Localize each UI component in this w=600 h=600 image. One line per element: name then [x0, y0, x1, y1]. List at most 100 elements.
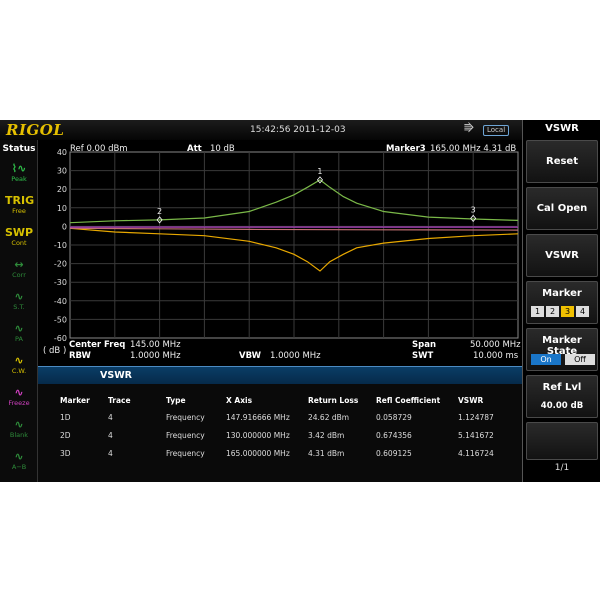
table-row: 3D 4 Frequency 165.000000 MHz 4.31 dBm 0.6091…	[38, 444, 518, 462]
table-cell: 0.058729	[376, 412, 412, 422]
vswr-button[interactable]: VSWR	[526, 234, 598, 277]
plot-panel: 40 30 20 10 0 -10 -20 -30 -40 -50 -60 1 2 3 Ref 0.00 …	[38, 140, 522, 482]
table-cell: 4	[108, 448, 113, 458]
table-cell: 147.916666 MHz	[226, 412, 290, 422]
table-row: 1D 4 Frequency 147.916666 MHz 24.62 dBm 0.058…	[38, 408, 518, 426]
marker-state-on[interactable]: On	[531, 354, 561, 365]
table-cell: 1.124787	[458, 412, 494, 422]
cal-open-label: Cal Open	[536, 203, 588, 214]
status-column: Status ⌇∿ Peak TRIG Free SWP Cont ↔ Corr ∿ S.T. ∿ P…	[0, 140, 38, 482]
cal-open-button[interactable]: Cal Open	[526, 187, 598, 230]
y-tick-label: -60	[54, 334, 67, 343]
usb-icon: ⭆	[464, 122, 474, 135]
marker-3-label: 3	[471, 205, 476, 214]
table-cell: Frequency	[166, 448, 205, 458]
table-cell: 4	[108, 430, 113, 440]
y-tick-label: 0	[62, 222, 67, 231]
menu-title: VSWR	[545, 123, 579, 134]
marker-2-label: 2	[157, 207, 162, 216]
ref-lvl-value: 40.00 dB	[540, 401, 584, 411]
table-cell: 0.609125	[376, 448, 412, 458]
column-header: Marker	[60, 395, 90, 405]
status-label: C.W.	[11, 367, 27, 375]
status-peak-icon: ⌇∿ Peak	[5, 162, 33, 192]
status-label: A−B	[11, 463, 27, 471]
column-header: Trace	[108, 395, 131, 405]
status-label: Corr	[12, 271, 26, 279]
status-label: Cont	[11, 239, 27, 247]
y-tick-label: -40	[54, 297, 67, 306]
status-st-icon: ∿ S.T.	[5, 290, 33, 320]
y-tick-label: -10	[54, 241, 67, 250]
table-cell: 5.141672	[458, 430, 494, 440]
vbw-label: VBW	[239, 351, 261, 361]
status-label: PA	[15, 335, 23, 343]
rbw-value: 1.0000 MHz	[130, 351, 181, 361]
vswr-title-bar: VSWR	[38, 366, 522, 384]
status-ab-icon: ∿ A−B	[5, 450, 33, 480]
span-value: 50.000 MHz	[470, 340, 521, 350]
reset-label: Reset	[546, 156, 578, 167]
status-glyph: ∿	[14, 290, 24, 303]
marker-number-1[interactable]: 1	[531, 306, 544, 317]
status-free-icon: TRIG Free	[5, 194, 35, 224]
att-label: Att	[187, 144, 202, 154]
rbw-label: RBW	[69, 351, 91, 361]
table-cell: 4.116724	[458, 448, 494, 458]
top-bar: RIGOL 15:42:56 2011-12-03 ⭆ Local	[0, 120, 522, 140]
column-header: VSWR	[458, 395, 484, 405]
table-cell: 24.62 dBm	[308, 412, 350, 422]
marker-readout: 165.00 MHz 4.31 dB	[430, 144, 517, 154]
column-header: Refl Coefficient	[376, 395, 441, 405]
status-label: Blank	[9, 431, 29, 439]
y-tick-label: 20	[57, 185, 67, 194]
column-header: Type	[166, 395, 186, 405]
status-glyph: TRIG	[5, 194, 35, 207]
spectrum-graph: 40 30 20 10 0 -10 -20 -30 -40 -50 -60 1 2 3	[54, 148, 519, 343]
status-label: S.T.	[13, 303, 25, 311]
status-glyph: ∿	[14, 322, 24, 335]
status-blank-icon: ∿ Blank	[5, 418, 33, 448]
marker-label: Marker3	[386, 144, 426, 154]
softkey-menu: VSWR Reset Cal Open VSWR Marker 1234 Mar…	[522, 120, 600, 482]
marker-button[interactable]: Marker 1234	[526, 281, 598, 324]
y-tick-label: 30	[57, 167, 67, 176]
column-header: X Axis	[226, 395, 253, 405]
status-cont-icon: SWP Cont	[5, 226, 33, 256]
column-header: Return Loss	[308, 395, 359, 405]
status-glyph: SWP	[5, 226, 34, 239]
ref-level: Ref 0.00 dBm	[70, 144, 128, 154]
vswr-title: VSWR	[100, 370, 132, 381]
vswr-label: VSWR	[545, 250, 579, 261]
table-cell: 1D	[60, 412, 71, 422]
status-corr-icon: ↔ Corr	[5, 258, 33, 288]
marker-state-button[interactable]: Marker State On Off	[526, 328, 598, 371]
status-freeze-icon: ∿ Freeze	[5, 386, 33, 416]
marker-1-label: 1	[317, 167, 322, 176]
marker-number-2[interactable]: 2	[546, 306, 559, 317]
status-cw-icon: ∿ C.W.	[5, 354, 33, 384]
table-cell: 4	[108, 412, 113, 422]
status-title: Status	[2, 144, 36, 154]
table-cell: 3.42 dBm	[308, 430, 345, 440]
table-cell: Frequency	[166, 412, 205, 422]
y-tick-label: 10	[57, 204, 67, 213]
table-cell: 0.674356	[376, 430, 412, 440]
marker-number-row: 1234	[531, 306, 591, 317]
vswr-table: Marker Trace Type X Axis Return Loss Refl Coe…	[38, 392, 518, 462]
table-cell: 130.000000 MHz	[226, 430, 290, 440]
vswr-panel: VSWR Marker Trace Type X Axis Return Loss Ref…	[38, 366, 522, 482]
blank-softkey[interactable]	[526, 422, 598, 460]
marker-number-3[interactable]: 3	[561, 306, 574, 317]
marker-state-off[interactable]: Off	[565, 354, 595, 365]
rigol-logo: RIGOL	[6, 121, 65, 139]
center-freq-label: Center Freq	[69, 340, 126, 350]
marker-number-4[interactable]: 4	[576, 306, 589, 317]
swt-value: 10.000 ms	[473, 351, 519, 361]
ref-lvl-button[interactable]: Ref Lvl 40.00 dB	[526, 375, 598, 418]
reset-button[interactable]: Reset	[526, 140, 598, 183]
table-cell: 3D	[60, 448, 71, 458]
status-glyph: ↔	[14, 258, 24, 271]
table-row: 2D 4 Frequency 130.000000 MHz 3.42 dBm 0.6743…	[38, 426, 518, 444]
y-tick-label: -30	[54, 278, 67, 287]
